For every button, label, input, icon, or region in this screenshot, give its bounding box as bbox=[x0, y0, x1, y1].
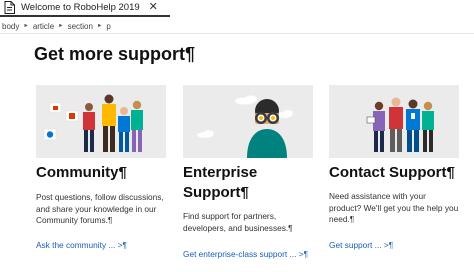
community-description: Post questions, follow discussions, and … bbox=[36, 192, 164, 225]
support-team-icon bbox=[366, 97, 434, 152]
contact-support-illustration bbox=[329, 85, 459, 158]
ask-community-link[interactable]: Ask the community ... >¶ bbox=[36, 240, 127, 250]
contact-support-card: Contact Support¶ Need assistance with yo… bbox=[329, 85, 459, 250]
divider bbox=[0, 33, 474, 34]
breadcrumb-item-p[interactable]: p bbox=[106, 22, 110, 31]
breadcrumb-separator-icon: ► bbox=[58, 23, 64, 29]
breadcrumb-item-body[interactable]: body bbox=[2, 22, 19, 31]
breadcrumb-separator-icon: ► bbox=[23, 23, 29, 29]
enterprise-illustration bbox=[183, 85, 313, 158]
breadcrumb-separator-icon: ► bbox=[96, 23, 103, 29]
close-icon[interactable]: ✕ bbox=[149, 2, 158, 13]
enterprise-support-link[interactable]: Get enterprise-class support ... >¶ bbox=[183, 249, 308, 259]
tab-welcome[interactable]: Welcome to RoboHelp 2019 ✕ bbox=[0, 0, 170, 17]
community-illustration bbox=[36, 85, 166, 158]
get-support-link[interactable]: Get support ... >¶ bbox=[329, 240, 393, 250]
document-icon bbox=[4, 1, 15, 14]
breadcrumb-item-section[interactable]: section bbox=[68, 22, 93, 31]
enterprise-support-description: Find support for partners, developers, a… bbox=[183, 211, 293, 233]
breadcrumb-item-article[interactable]: article bbox=[33, 22, 54, 31]
people-group-icon bbox=[43, 94, 143, 152]
page-title: Get more support¶ bbox=[34, 44, 196, 64]
tab-title: Welcome to RoboHelp 2019 bbox=[21, 2, 140, 13]
contact-support-heading: Contact Support¶ bbox=[329, 164, 455, 181]
enterprise-support-heading: Enterprise Support¶ bbox=[183, 164, 258, 201]
community-card: Community¶ Post questions, follow discus… bbox=[36, 85, 166, 250]
person-binoculars-icon bbox=[197, 95, 293, 158]
breadcrumb: body ► article ► section ► p bbox=[2, 20, 111, 32]
community-heading: Community¶ bbox=[36, 164, 127, 181]
enterprise-support-card: Enterprise Support¶ Find support for par… bbox=[183, 85, 313, 259]
tab-bar: Welcome to RoboHelp 2019 ✕ bbox=[0, 0, 474, 19]
contact-support-description: Need assistance with your product? We'll… bbox=[329, 191, 459, 224]
